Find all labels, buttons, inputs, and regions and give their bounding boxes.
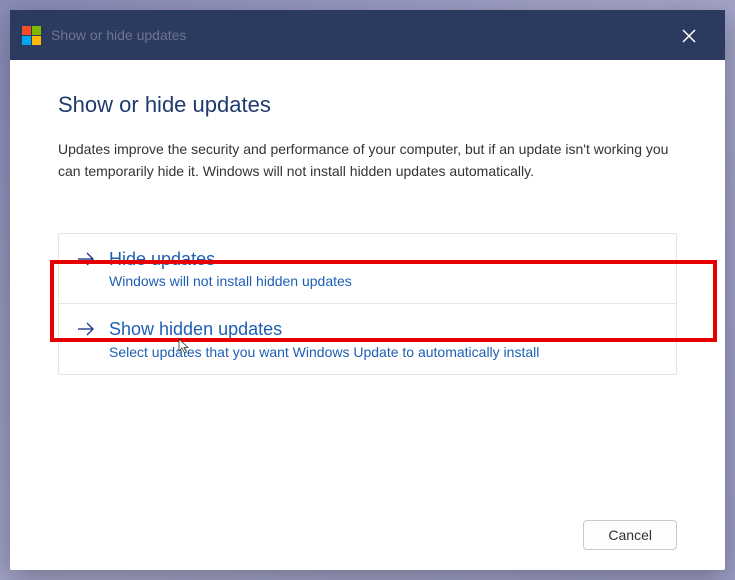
hide-updates-option[interactable]: Hide updates Windows will not install hi… (59, 234, 676, 303)
option-title: Hide updates (109, 248, 352, 271)
dialog-window: Show or hide updates Show or hide update… (10, 10, 725, 570)
close-icon (681, 28, 697, 44)
window-title: Show or hide updates (51, 27, 186, 43)
windows-logo-icon (22, 26, 41, 45)
option-text: Hide updates Windows will not install hi… (109, 248, 352, 289)
option-subtitle: Select updates that you want Windows Upd… (109, 344, 539, 360)
footer: Cancel (10, 504, 725, 570)
option-list: Hide updates Windows will not install hi… (58, 233, 677, 375)
content-area: Show or hide updates Updates improve the… (10, 60, 725, 504)
cancel-button[interactable]: Cancel (583, 520, 677, 550)
show-hidden-updates-option[interactable]: Show hidden updates Select updates that … (59, 303, 676, 373)
titlebar: Show or hide updates (10, 10, 725, 60)
option-subtitle: Windows will not install hidden updates (109, 273, 352, 289)
arrow-right-icon (77, 252, 95, 271)
page-description: Updates improve the security and perform… (58, 138, 677, 183)
option-text: Show hidden updates Select updates that … (109, 318, 539, 359)
option-title: Show hidden updates (109, 318, 539, 341)
page-heading: Show or hide updates (58, 92, 677, 118)
arrow-right-icon (77, 322, 95, 341)
close-button[interactable] (681, 28, 701, 48)
